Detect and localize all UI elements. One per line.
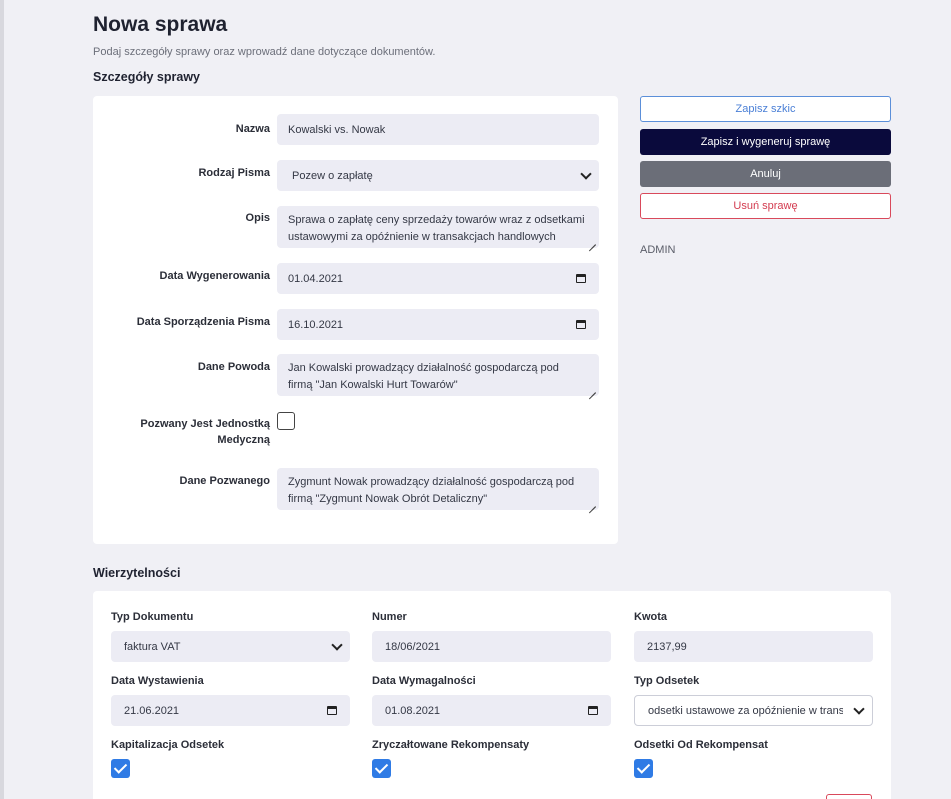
chevron-down-icon	[853, 702, 865, 715]
details-section-title: Szczegóły sprawy	[93, 70, 200, 84]
delete-case-button[interactable]: Usuń sprawę	[640, 193, 891, 219]
drafted-date-label: Data Sporządzenia Pisma	[136, 316, 270, 328]
calendar-icon[interactable]	[327, 705, 337, 715]
letter-type-select[interactable]: Pozew o zapłatę	[277, 160, 599, 191]
claims-section-title: Wierzytelności	[93, 566, 181, 580]
cancel-button[interactable]: Anuluj	[640, 161, 891, 187]
name-input[interactable]: Kowalski vs. Nowak	[277, 114, 599, 145]
save-draft-button[interactable]: Zapisz szkic	[640, 96, 891, 122]
amount-input[interactable]: 2137,99	[634, 631, 873, 662]
compensation-interest-checkbox[interactable]	[634, 759, 653, 778]
calendar-icon[interactable]	[588, 705, 598, 715]
chevron-down-icon	[331, 638, 343, 651]
interest-type-value: odsetki ustawowe za opóźnienie w transak…	[648, 704, 843, 717]
number-value: 18/06/2021	[385, 640, 441, 653]
name-label: Nazwa	[235, 123, 270, 135]
calendar-icon[interactable]	[576, 319, 586, 329]
flat-compensation-checkbox[interactable]	[372, 759, 391, 778]
page-subtitle: Podaj szczegóły sprawy oraz wprowadź dan…	[93, 46, 436, 58]
doc-type-label: Typ Dokumentu	[111, 611, 194, 623]
amount-value: 2137,99	[647, 640, 687, 653]
claims-card: Typ Dokumentu faktura VAT Numer 18/06/20…	[93, 591, 891, 799]
medical-unit-label: Pozwany Jest Jednostką Medyczną	[140, 418, 270, 446]
chevron-down-icon	[580, 167, 592, 180]
left-border	[0, 0, 4, 799]
drafted-date-value: 16.10.2021	[288, 318, 344, 331]
issue-date-label: Data Wystawienia	[111, 675, 204, 687]
name-value: Kowalski vs. Nowak	[288, 123, 386, 136]
page-title: Nowa sprawa	[93, 13, 228, 36]
resize-handle-icon[interactable]	[589, 500, 596, 507]
number-label: Numer	[372, 611, 407, 623]
due-date-label: Data Wymagalności	[372, 675, 476, 687]
capitalization-label: Kapitalizacja Odsetek	[111, 739, 225, 751]
calendar-icon[interactable]	[576, 273, 586, 283]
save-generate-button[interactable]: Zapisz i wygeneruj sprawę	[640, 129, 891, 155]
defendant-value: Zygmunt Nowak prowadzący działalność gos…	[288, 476, 575, 505]
generated-date-input[interactable]: 01.04.2021	[277, 263, 599, 294]
interest-type-label: Typ Odsetek	[634, 675, 700, 687]
issue-date-value: 21.06.2021	[124, 704, 180, 717]
plaintiff-textarea[interactable]: Jan Kowalski prowadzący działalność gosp…	[277, 354, 599, 396]
partial-button[interactable]	[826, 794, 872, 799]
due-date-input[interactable]: 01.08.2021	[372, 695, 611, 726]
resize-handle-icon[interactable]	[589, 238, 596, 245]
plaintiff-label: Dane Powoda	[197, 361, 270, 373]
defendant-textarea[interactable]: Zygmunt Nowak prowadzący działalność gos…	[277, 468, 599, 510]
generated-date-label: Data Wygenerowania	[159, 270, 270, 282]
plaintiff-value: Jan Kowalski prowadzący działalność gosp…	[288, 362, 559, 391]
letter-type-label: Rodzaj Pisma	[198, 167, 270, 179]
resize-handle-icon[interactable]	[589, 386, 596, 393]
capitalization-checkbox[interactable]	[111, 759, 130, 778]
due-date-value: 01.08.2021	[385, 704, 441, 717]
details-card: Nazwa Kowalski vs. Nowak Rodzaj Pisma Po…	[93, 96, 618, 544]
doc-type-value: faktura VAT	[124, 640, 181, 653]
doc-type-select[interactable]: faktura VAT	[111, 631, 350, 662]
user-role: ADMIN	[640, 244, 676, 256]
description-value: Sprawa o zapłatę ceny sprzedaży towarów …	[288, 214, 585, 243]
issue-date-input[interactable]: 21.06.2021	[111, 695, 350, 726]
compensation-interest-label: Odsetki Od Rekompensat	[634, 739, 768, 751]
generated-date-value: 01.04.2021	[288, 272, 344, 285]
drafted-date-input[interactable]: 16.10.2021	[277, 309, 599, 340]
medical-unit-checkbox[interactable]	[277, 412, 295, 430]
flat-compensation-label: Zryczałtowane Rekompensaty	[372, 739, 530, 751]
number-input[interactable]: 18/06/2021	[372, 631, 611, 662]
amount-label: Kwota	[634, 611, 667, 623]
letter-type-value: Pozew o zapłatę	[292, 169, 373, 182]
defendant-label: Dane Pozwanego	[179, 475, 270, 487]
description-label: Opis	[245, 212, 270, 224]
interest-type-select[interactable]: odsetki ustawowe za opóźnienie w transak…	[634, 695, 873, 726]
description-textarea[interactable]: Sprawa o zapłatę ceny sprzedaży towarów …	[277, 206, 599, 248]
